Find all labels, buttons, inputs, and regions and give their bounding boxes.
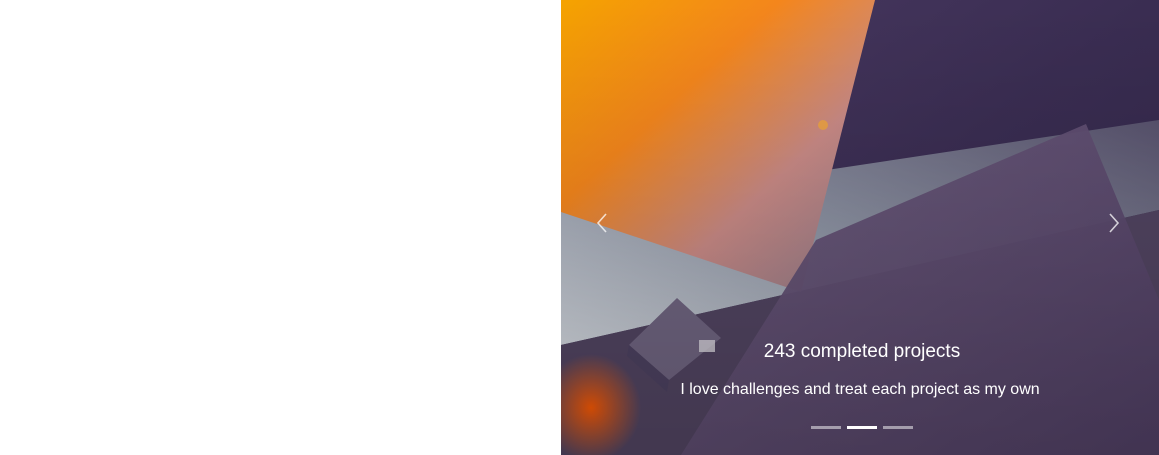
carousel-indicator-3[interactable] bbox=[883, 426, 913, 429]
slide-caption: 243 completed projects I love challenges… bbox=[561, 338, 1159, 401]
chevron-left-icon bbox=[595, 212, 609, 234]
carousel-indicator-2[interactable] bbox=[847, 426, 877, 429]
blank-left-panel bbox=[0, 0, 561, 455]
carousel-indicators bbox=[561, 426, 1159, 429]
carousel-prev-button[interactable] bbox=[587, 208, 617, 238]
image-carousel: 243 completed projects I love challenges… bbox=[561, 0, 1159, 455]
carousel-indicator-1[interactable] bbox=[811, 426, 841, 429]
carousel-next-button[interactable] bbox=[1099, 208, 1129, 238]
slide-text: I love challenges and treat each project… bbox=[680, 381, 1040, 398]
page: 243 completed projects I love challenges… bbox=[0, 0, 1159, 455]
chevron-right-icon bbox=[1107, 212, 1121, 234]
slide-title: 243 completed projects bbox=[763, 341, 961, 362]
